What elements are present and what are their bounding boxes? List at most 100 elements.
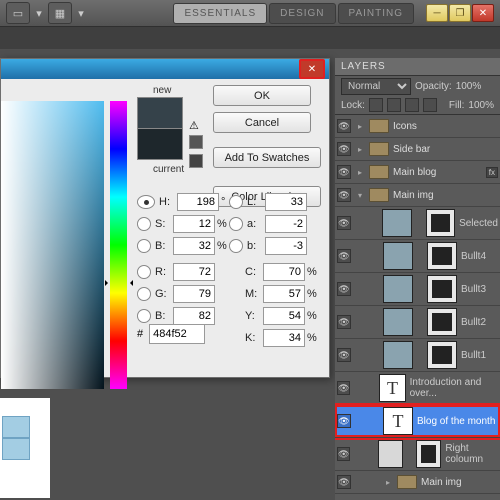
visibility-toggle[interactable]: 👁 bbox=[337, 381, 350, 395]
workspace-tab-design[interactable]: DESIGN bbox=[269, 3, 335, 24]
lock-transparency-icon[interactable] bbox=[369, 98, 383, 112]
layer-name[interactable]: Blog of the month bbox=[417, 416, 495, 427]
tool-dropdown-arrow[interactable]: ▾ bbox=[34, 7, 44, 20]
input-s[interactable] bbox=[173, 215, 215, 233]
input-l[interactable] bbox=[265, 193, 307, 211]
lock-all-icon[interactable] bbox=[423, 98, 437, 112]
fill-value[interactable]: 100% bbox=[468, 100, 494, 111]
minimize-button[interactable]: ─ bbox=[426, 4, 448, 22]
current-color-swatch[interactable] bbox=[137, 129, 183, 160]
visibility-toggle[interactable]: 👁 bbox=[337, 475, 351, 489]
layer-name[interactable]: Selected bbox=[459, 218, 498, 229]
screen-mode-dropdown-arrow[interactable]: ▾ bbox=[76, 7, 86, 20]
layers-panel-tab[interactable]: LAYERS bbox=[335, 58, 500, 76]
radio-l[interactable] bbox=[229, 195, 243, 209]
layer-group[interactable]: 👁 ▾ Main img bbox=[335, 184, 500, 207]
visibility-toggle[interactable]: 👁 bbox=[337, 216, 351, 230]
visibility-toggle[interactable]: 👁 bbox=[337, 348, 351, 362]
input-bl[interactable] bbox=[173, 307, 215, 325]
input-b2[interactable] bbox=[265, 237, 307, 255]
input-y[interactable] bbox=[263, 307, 305, 325]
hex-input[interactable] bbox=[149, 324, 205, 344]
lock-position-icon[interactable] bbox=[405, 98, 419, 112]
layer-name[interactable]: Side bar bbox=[393, 144, 498, 155]
input-a[interactable] bbox=[265, 215, 307, 233]
gamut-warning-icon[interactable]: ⚠ bbox=[189, 119, 201, 131]
cancel-button[interactable]: Cancel bbox=[213, 112, 311, 133]
layer-item[interactable]: 👁 Right coloumn bbox=[335, 438, 500, 471]
workspace-tab-essentials[interactable]: ESSENTIALS bbox=[173, 3, 267, 24]
radio-g[interactable] bbox=[137, 287, 151, 301]
dialog-titlebar[interactable]: ✕ bbox=[1, 59, 329, 79]
layer-group[interactable]: 👁 ▸ Main img bbox=[335, 471, 500, 494]
layer-item[interactable]: 👁 Selected bbox=[335, 207, 500, 240]
color-field[interactable] bbox=[1, 101, 104, 389]
visibility-toggle[interactable]: 👁 bbox=[337, 142, 351, 156]
visibility-toggle[interactable]: 👁 bbox=[337, 447, 350, 461]
input-g[interactable] bbox=[173, 285, 215, 303]
layer-name[interactable]: Bullt1 bbox=[461, 350, 486, 361]
layer-name[interactable]: Bullt2 bbox=[461, 317, 486, 328]
ok-button[interactable]: OK bbox=[213, 85, 311, 106]
radio-bl[interactable] bbox=[137, 309, 151, 323]
layer-name[interactable]: Bullt3 bbox=[461, 284, 486, 295]
radio-r[interactable] bbox=[137, 265, 151, 279]
blend-mode-select[interactable]: Normal bbox=[341, 78, 411, 95]
workspace-tab-painting[interactable]: PAINTING bbox=[338, 3, 414, 24]
folder-icon bbox=[369, 165, 389, 179]
layer-item[interactable]: 👁 Bullt3 bbox=[335, 273, 500, 306]
dialog-close-button[interactable]: ✕ bbox=[299, 59, 325, 79]
expand-icon[interactable]: ▸ bbox=[355, 145, 365, 154]
radio-s[interactable] bbox=[137, 217, 151, 231]
input-r[interactable] bbox=[173, 263, 215, 281]
input-bh[interactable] bbox=[173, 237, 215, 255]
zoom-tool-button[interactable]: ▭ bbox=[6, 2, 30, 24]
layer-name[interactable]: Main img bbox=[421, 477, 498, 488]
hue-slider[interactable] bbox=[110, 101, 127, 389]
visibility-toggle[interactable]: 👁 bbox=[337, 315, 351, 329]
layer-group[interactable]: 👁 ▸ Main blog fx bbox=[335, 161, 500, 184]
radio-a[interactable] bbox=[229, 217, 243, 231]
fx-badge[interactable]: fx bbox=[486, 167, 498, 178]
layer-name[interactable]: Bullt4 bbox=[461, 251, 486, 262]
input-h[interactable] bbox=[177, 193, 219, 211]
layer-item[interactable]: 👁 Bullt1 bbox=[335, 339, 500, 372]
expand-icon[interactable]: ▸ bbox=[355, 122, 365, 131]
visibility-toggle[interactable]: 👁 bbox=[337, 188, 351, 202]
layer-name[interactable]: Introduction and over... bbox=[410, 377, 498, 399]
layer-name[interactable]: Main img bbox=[393, 190, 498, 201]
visibility-toggle[interactable]: 👁 bbox=[337, 165, 351, 179]
layer-group[interactable]: 👁 ▸ Side bar bbox=[335, 138, 500, 161]
add-to-swatches-button[interactable]: Add To Swatches bbox=[213, 147, 321, 168]
expand-icon[interactable]: ▸ bbox=[383, 478, 393, 487]
input-k[interactable] bbox=[263, 329, 305, 347]
layer-group[interactable]: 👁 ▸ Icons bbox=[335, 115, 500, 138]
gamut-warning-swatch[interactable] bbox=[189, 135, 203, 149]
restore-button[interactable]: ❐ bbox=[449, 4, 471, 22]
hue-slider-thumb[interactable] bbox=[107, 279, 131, 287]
layer-thumb bbox=[383, 341, 413, 369]
layer-item-selected[interactable]: 👁TBlog of the month bbox=[335, 405, 500, 438]
app-close-button[interactable]: ✕ bbox=[472, 4, 494, 22]
opacity-value[interactable]: 100% bbox=[456, 81, 482, 92]
radio-bh[interactable] bbox=[137, 239, 151, 253]
websafe-icon[interactable] bbox=[189, 154, 203, 168]
visibility-toggle[interactable]: 👁 bbox=[337, 282, 351, 296]
visibility-toggle[interactable]: 👁 bbox=[337, 119, 351, 133]
radio-h[interactable] bbox=[137, 195, 155, 209]
layer-name[interactable]: Main blog bbox=[393, 167, 482, 178]
lock-image-icon[interactable] bbox=[387, 98, 401, 112]
layer-item[interactable]: 👁 Bullt2 bbox=[335, 306, 500, 339]
radio-b2[interactable] bbox=[229, 239, 243, 253]
input-m[interactable] bbox=[263, 285, 305, 303]
layer-item[interactable]: 👁 Bullt4 bbox=[335, 240, 500, 273]
visibility-toggle[interactable]: 👁 bbox=[337, 414, 351, 428]
input-c[interactable] bbox=[263, 263, 305, 281]
expand-icon[interactable]: ▸ bbox=[355, 168, 365, 177]
layer-name[interactable]: Right coloumn bbox=[445, 443, 498, 465]
collapse-icon[interactable]: ▾ bbox=[355, 191, 365, 200]
layer-name[interactable]: Icons bbox=[393, 121, 498, 132]
screen-mode-button[interactable]: ▦ bbox=[48, 2, 72, 24]
layer-item[interactable]: 👁TIntroduction and over... bbox=[335, 372, 500, 405]
visibility-toggle[interactable]: 👁 bbox=[337, 249, 351, 263]
